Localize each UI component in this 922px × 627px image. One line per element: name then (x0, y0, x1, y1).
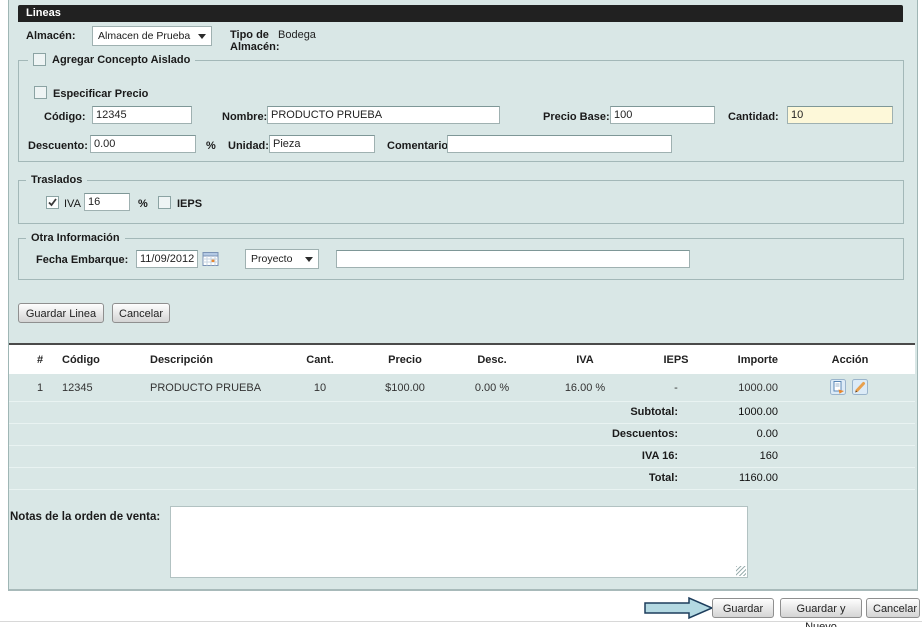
iva-percent-label: % (138, 198, 148, 210)
guardar-linea-button[interactable]: Guardar Linea (18, 303, 104, 323)
row-separator (9, 445, 915, 446)
subtotal-value: 1000.00 (678, 406, 778, 418)
codigo-input[interactable] (92, 106, 192, 124)
ieps-label: IEPS (177, 198, 202, 210)
nombre-label: Nombre: (222, 111, 267, 123)
comentario-label: Comentario: (387, 140, 452, 152)
row-separator (9, 467, 915, 468)
cancelar-button[interactable]: Cancelar (866, 598, 920, 618)
delete-line-icon[interactable] (830, 379, 846, 395)
chevron-down-icon (198, 34, 206, 39)
iva-input[interactable] (84, 193, 130, 211)
cell-codigo: 12345 (62, 382, 132, 394)
cell-iva: 16.00 % (547, 382, 623, 394)
col-header-accion: Acción (818, 354, 882, 366)
especificar-precio-checkbox[interactable] (34, 86, 47, 99)
descuento-label: Descuento: (28, 140, 88, 152)
sales-order-line-page: Lineas Almacén: Almacen de Prueba Tipo d… (0, 0, 922, 627)
traslados-legend: Traslados (26, 173, 87, 187)
almacen-select-value: Almacen de Prueba (98, 30, 190, 42)
cell-cant: 10 (285, 382, 355, 394)
cell-importe: 1000.00 (698, 382, 778, 394)
precio-base-label: Precio Base: (543, 111, 610, 123)
concepto-legend: Agregar Concepto Aislado (28, 52, 195, 67)
unidad-label: Unidad: (228, 140, 269, 152)
otra-informacion-extra-input[interactable] (336, 250, 690, 268)
proyecto-select[interactable]: Proyecto (245, 249, 319, 269)
notes-label: Notas de la orden de venta: (10, 511, 160, 523)
iva-total-value: 160 (678, 450, 778, 462)
cancelar-linea-button[interactable]: Cancelar (112, 303, 170, 323)
panel-header: Lineas (18, 5, 903, 22)
cantidad-label: Cantidad: (728, 111, 779, 123)
col-header-codigo: Código (62, 354, 132, 366)
notes-textarea[interactable] (170, 506, 748, 578)
bottom-divider (0, 621, 922, 622)
col-header-num: # (28, 354, 52, 366)
row-separator (9, 489, 915, 490)
fecha-embarque-label: Fecha Embarque: (36, 254, 128, 266)
calendar-icon[interactable] (202, 250, 218, 266)
total-label: Total: (478, 472, 678, 484)
row-separator (9, 401, 915, 402)
cantidad-input[interactable] (787, 106, 893, 124)
subtotal-label: Subtotal: (478, 406, 678, 418)
ieps-checkbox[interactable] (158, 196, 171, 209)
guardar-y-nuevo-button[interactable]: Guardar y Nuevo (780, 598, 862, 618)
agregar-concepto-label: Agregar Concepto Aislado (52, 54, 190, 66)
iva-total-label: IVA 16: (478, 450, 678, 462)
codigo-label: Código: (44, 111, 86, 123)
comentario-input[interactable] (447, 135, 672, 153)
cell-precio: $100.00 (365, 382, 445, 394)
chevron-down-icon (305, 257, 313, 262)
descuento-percent-label: % (206, 140, 216, 152)
edit-line-icon[interactable] (852, 379, 868, 395)
iva-label: IVA (64, 198, 81, 210)
almacen-select[interactable]: Almacen de Prueba (92, 26, 212, 46)
col-header-desc: Desc. (452, 354, 532, 366)
otra-informacion-legend: Otra Información (26, 231, 125, 245)
cell-num: 1 (28, 382, 52, 394)
tipo-almacen-label: Tipo de Almacén: (230, 29, 280, 53)
fecha-embarque-input[interactable] (136, 250, 198, 268)
row-separator (9, 423, 915, 424)
descuentos-label: Descuentos: (478, 428, 678, 440)
guardar-button[interactable]: Guardar (712, 598, 774, 618)
tipo-almacen-value: Bodega (278, 29, 316, 41)
descuento-input[interactable] (90, 135, 196, 153)
col-header-precio: Precio (365, 354, 445, 366)
col-header-importe: Importe (698, 354, 778, 366)
unidad-input[interactable] (269, 135, 375, 153)
precio-base-input[interactable] (610, 106, 715, 124)
proyecto-select-value: Proyecto (251, 253, 292, 265)
col-header-cant: Cant. (285, 354, 355, 366)
total-value: 1160.00 (678, 472, 778, 484)
iva-checkbox[interactable] (46, 196, 59, 209)
almacen-label: Almacén: (26, 30, 76, 42)
checkmark-icon (47, 197, 58, 208)
cell-desc: 0.00 % (452, 382, 532, 394)
especificar-precio-label: Especificar Precio (53, 88, 148, 100)
col-header-iva: IVA (547, 354, 623, 366)
annotation-arrow-icon (644, 596, 714, 620)
descuentos-value: 0.00 (678, 428, 778, 440)
col-header-descripcion: Descripción (150, 354, 300, 366)
nombre-input[interactable] (267, 106, 500, 124)
agregar-concepto-checkbox[interactable] (33, 53, 46, 66)
traslados-fieldset (18, 180, 904, 224)
cell-descripcion: PRODUCTO PRUEBA (150, 382, 300, 394)
resize-grip[interactable] (736, 566, 746, 576)
